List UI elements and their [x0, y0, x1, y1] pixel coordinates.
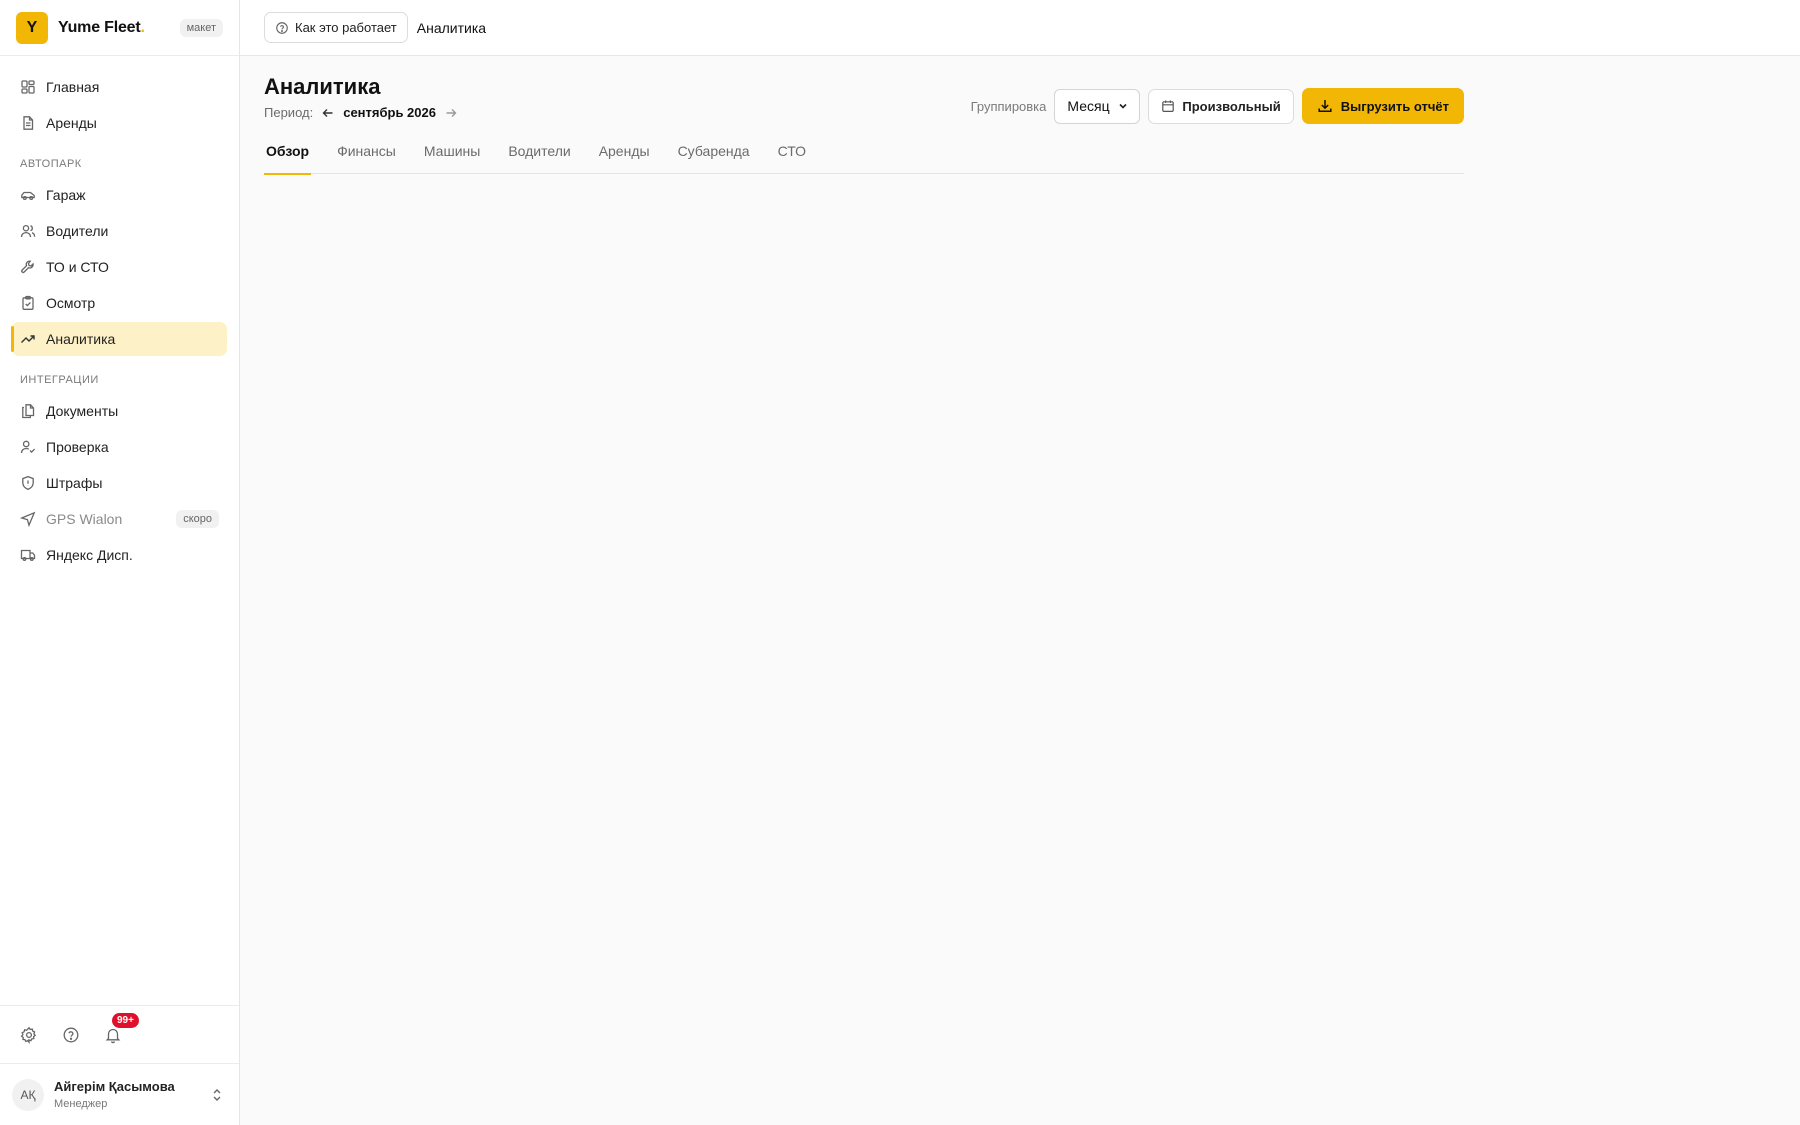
- sidebar-item-label: Главная: [46, 79, 100, 95]
- bell-icon: [105, 1028, 121, 1043]
- trending-up-icon: [21, 335, 35, 343]
- sidebar-item-label: Проверка: [46, 439, 109, 455]
- sidebar-footer: 99+ AҚ Айгерім Қасымова Менеджер: [0, 1005, 239, 1125]
- how-it-works-label: Как это работает: [295, 20, 397, 35]
- export-report-button[interactable]: Выгрузить отчёт: [1301, 88, 1464, 124]
- grouping-label: Группировка: [970, 98, 1047, 114]
- wrench-icon: [21, 260, 34, 274]
- period-selector: Период: сентябрь 2026: [264, 105, 466, 120]
- sidebar-item-label: Гараж: [46, 187, 86, 203]
- document-icon: [23, 116, 34, 130]
- chevron-up-down-icon[interactable]: [209, 1087, 225, 1103]
- sidebar-item-analytics[interactable]: Аналитика: [11, 322, 227, 356]
- coming-soon-badge: скоро: [176, 510, 219, 528]
- sidebar-item-inspection[interactable]: Осмотр: [12, 286, 227, 320]
- grouping-select[interactable]: Месяц: [1054, 88, 1141, 124]
- sidebar-item-label: GPS Wialon: [46, 511, 123, 527]
- how-it-works-button[interactable]: Как это работает: [264, 12, 408, 43]
- report-controls: Группировка Месяц Произвольный Выгрузить…: [971, 88, 1464, 124]
- tab-vehicles[interactable]: Машины: [422, 128, 482, 174]
- user-menu[interactable]: AҚ Айгерім Қасымова Менеджер: [0, 1063, 239, 1125]
- tab-service-stations[interactable]: СТО: [776, 128, 808, 174]
- sidebar-item-garage[interactable]: Гараж: [12, 178, 227, 212]
- arrow-right-icon[interactable]: [444, 106, 458, 120]
- brand-name: Yume Fleet.: [58, 19, 145, 37]
- sidebar-item-label: Документы: [46, 403, 119, 419]
- sidebar-item-label: Аренды: [46, 115, 97, 131]
- car-icon: [21, 191, 35, 201]
- chevron-down-icon: [1119, 103, 1127, 109]
- help-circle-icon: [63, 1027, 79, 1042]
- sidebar-item-fines[interactable]: Штрафы: [12, 466, 227, 500]
- sidebar-item-gps-wialon[interactable]: GPS Wialon скоро: [12, 502, 227, 536]
- mockup-badge: макет: [179, 18, 223, 37]
- grouping-value: Месяц: [1067, 98, 1110, 114]
- sidebar: Y Yume Fleet. макет Главная Аренды АВТОП…: [0, 0, 240, 1125]
- avatar: AҚ: [12, 1078, 44, 1111]
- user-name: Айгерім Қасымова: [54, 1079, 175, 1094]
- breadcrumb: Аналитика: [416, 19, 487, 36]
- user-info: Айгерім Қасымова Менеджер: [54, 1079, 175, 1110]
- page-title: Аналитика: [264, 74, 381, 99]
- sidebar-item-drivers[interactable]: Водители: [12, 214, 227, 248]
- users-icon: [20, 224, 36, 238]
- sidebar-item-rentals[interactable]: Аренды: [12, 106, 227, 140]
- tab-drivers[interactable]: Водители: [506, 128, 572, 174]
- help-circle-icon: [276, 21, 288, 34]
- sidebar-item-label: Аналитика: [46, 331, 116, 347]
- tab-overview[interactable]: Обзор: [264, 128, 312, 175]
- user-role: Менеджер: [54, 1098, 108, 1110]
- sidebar-item-yandex-dispatch[interactable]: Яндекс Дисп.: [12, 538, 227, 572]
- settings-button[interactable]: [20, 1026, 38, 1044]
- brand-dot: .: [140, 18, 145, 36]
- export-report-label: Выгрузить отчёт: [1340, 98, 1449, 114]
- notifications-button[interactable]: 99+: [104, 1012, 139, 1044]
- arrow-left-icon[interactable]: [321, 106, 335, 120]
- sidebar-item-label: Водители: [46, 223, 109, 239]
- analytics-tabs: Обзор Финансы Машины Водители Аренды Суб…: [264, 128, 1464, 175]
- topbar: Как это работает Аналитика: [240, 0, 1800, 56]
- sidebar-item-label: Штрафы: [46, 475, 103, 491]
- sidebar-item-label: Осмотр: [46, 295, 96, 311]
- tab-finance[interactable]: Финансы: [335, 128, 398, 174]
- period-label: Период:: [264, 105, 314, 120]
- tab-sublease[interactable]: Субаренда: [676, 128, 752, 174]
- sidebar-item-label: Яндекс Дисп.: [46, 547, 133, 563]
- tab-rentals[interactable]: Аренды: [597, 128, 652, 174]
- sidebar-item-maintenance[interactable]: ТО и СТО: [12, 250, 227, 284]
- brand: Y Yume Fleet. макет: [0, 0, 239, 56]
- help-button[interactable]: [62, 1026, 80, 1044]
- files-icon: [22, 404, 35, 419]
- navigation-icon: [20, 511, 36, 527]
- brand-logo[interactable]: Y: [16, 11, 48, 44]
- brand-name-text: Yume Fleet: [58, 18, 141, 36]
- sidebar-item-label: ТО и СТО: [46, 259, 109, 275]
- sidebar-section-integrations: ИНТЕГРАЦИИ: [20, 374, 99, 386]
- clipboard-check-icon: [22, 295, 34, 310]
- shield-icon: [22, 475, 34, 491]
- notifications-count-badge: 99+: [112, 1012, 139, 1028]
- sidebar-item-verification[interactable]: Проверка: [12, 430, 227, 464]
- gear-icon: [20, 1026, 37, 1044]
- sidebar-utility-bar: 99+: [0, 1005, 239, 1063]
- period-value: сентябрь 2026: [343, 105, 436, 120]
- custom-period-button[interactable]: Произвольный: [1148, 88, 1294, 124]
- dashboard-icon: [21, 80, 35, 94]
- truck-icon: [20, 549, 36, 561]
- user-check-icon: [20, 440, 36, 454]
- calendar-icon: [1162, 100, 1175, 113]
- sidebar-item-home[interactable]: Главная: [12, 70, 227, 104]
- sidebar-item-documents[interactable]: Документы: [12, 394, 227, 428]
- download-icon: [1318, 100, 1332, 113]
- custom-period-label: Произвольный: [1182, 98, 1281, 114]
- sidebar-section-fleet: АВТОПАРК: [20, 158, 82, 170]
- sidebar-nav: Главная Аренды АВТОПАРК Гараж Водители Т…: [0, 56, 239, 572]
